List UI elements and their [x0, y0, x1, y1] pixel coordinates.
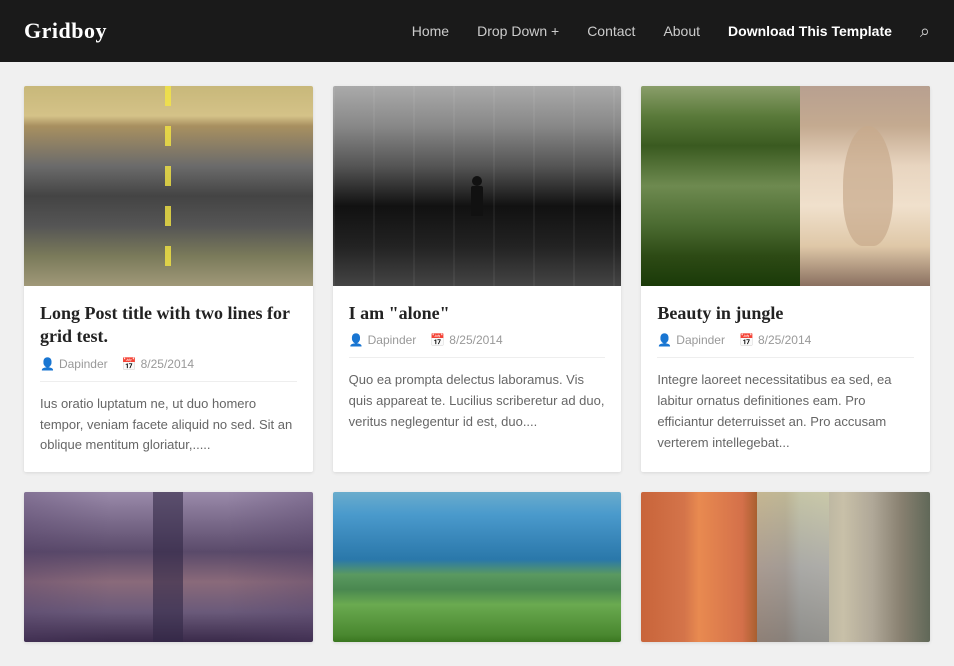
post-card-3[interactable]: Beauty in jungle 👤 Dapinder 📅 8/25/2014 … — [641, 86, 930, 472]
post-card-4[interactable] — [24, 492, 313, 642]
card-image-1 — [24, 86, 313, 286]
user-icon-2: 👤 — [349, 333, 364, 347]
post-card-1[interactable]: Long Post title with two lines for grid … — [24, 86, 313, 472]
site-logo[interactable]: Gridboy — [24, 18, 107, 44]
card-title-1: Long Post title with two lines for grid … — [40, 302, 297, 349]
card-date-2: 📅 8/25/2014 — [430, 333, 502, 347]
card-excerpt-2: Quo ea prompta delectus laboramus. Vis q… — [349, 370, 606, 432]
nav-contact[interactable]: Contact — [587, 23, 635, 39]
calendar-icon-1: 📅 — [122, 357, 137, 371]
card-image-4 — [24, 492, 313, 642]
card-meta-3: 👤 Dapinder 📅 8/25/2014 — [657, 333, 914, 358]
card-date-1: 📅 8/25/2014 — [122, 357, 194, 371]
nav-home[interactable]: Home — [412, 23, 449, 39]
card-excerpt-3: Integre laoreet necessitatibus ea sed, e… — [657, 370, 914, 453]
post-card-6[interactable] — [641, 492, 930, 642]
post-card-5[interactable] — [333, 492, 622, 642]
post-grid: Long Post title with two lines for grid … — [0, 62, 954, 666]
calendar-icon-2: 📅 — [430, 333, 445, 347]
card-image-5 — [333, 492, 622, 642]
card-meta-1: 👤 Dapinder 📅 8/25/2014 — [40, 357, 297, 382]
card-body-1: Long Post title with two lines for grid … — [24, 286, 313, 472]
card-body-3: Beauty in jungle 👤 Dapinder 📅 8/25/2014 … — [641, 286, 930, 470]
card-body-2: I am "alone" 👤 Dapinder 📅 8/25/2014 Quo … — [333, 286, 622, 449]
user-icon-3: 👤 — [657, 333, 672, 347]
nav-dropdown[interactable]: Drop Down + — [477, 23, 559, 39]
card-image-2 — [333, 86, 622, 286]
card-title-3: Beauty in jungle — [657, 302, 914, 325]
card-excerpt-1: Ius oratio luptatum ne, ut duo homero te… — [40, 394, 297, 456]
card-image-3 — [641, 86, 930, 286]
post-card-2[interactable]: I am "alone" 👤 Dapinder 📅 8/25/2014 Quo … — [333, 86, 622, 472]
site-header: Gridboy Home Drop Down + Contact About D… — [0, 0, 954, 62]
calendar-icon-3: 📅 — [739, 333, 754, 347]
card-author-1: 👤 Dapinder — [40, 357, 108, 371]
card-image-6 — [641, 492, 930, 642]
user-icon-1: 👤 — [40, 357, 55, 371]
card-title-2: I am "alone" — [349, 302, 606, 325]
card-meta-2: 👤 Dapinder 📅 8/25/2014 — [349, 333, 606, 358]
card-date-3: 📅 8/25/2014 — [739, 333, 811, 347]
card-author-2: 👤 Dapinder — [349, 333, 417, 347]
card-author-3: 👤 Dapinder — [657, 333, 725, 347]
nav-download[interactable]: Download This Template — [728, 23, 892, 39]
search-button[interactable]: ⌕ — [920, 21, 930, 42]
main-nav: Home Drop Down + Contact About Download … — [412, 21, 930, 42]
nav-about[interactable]: About — [663, 23, 700, 39]
